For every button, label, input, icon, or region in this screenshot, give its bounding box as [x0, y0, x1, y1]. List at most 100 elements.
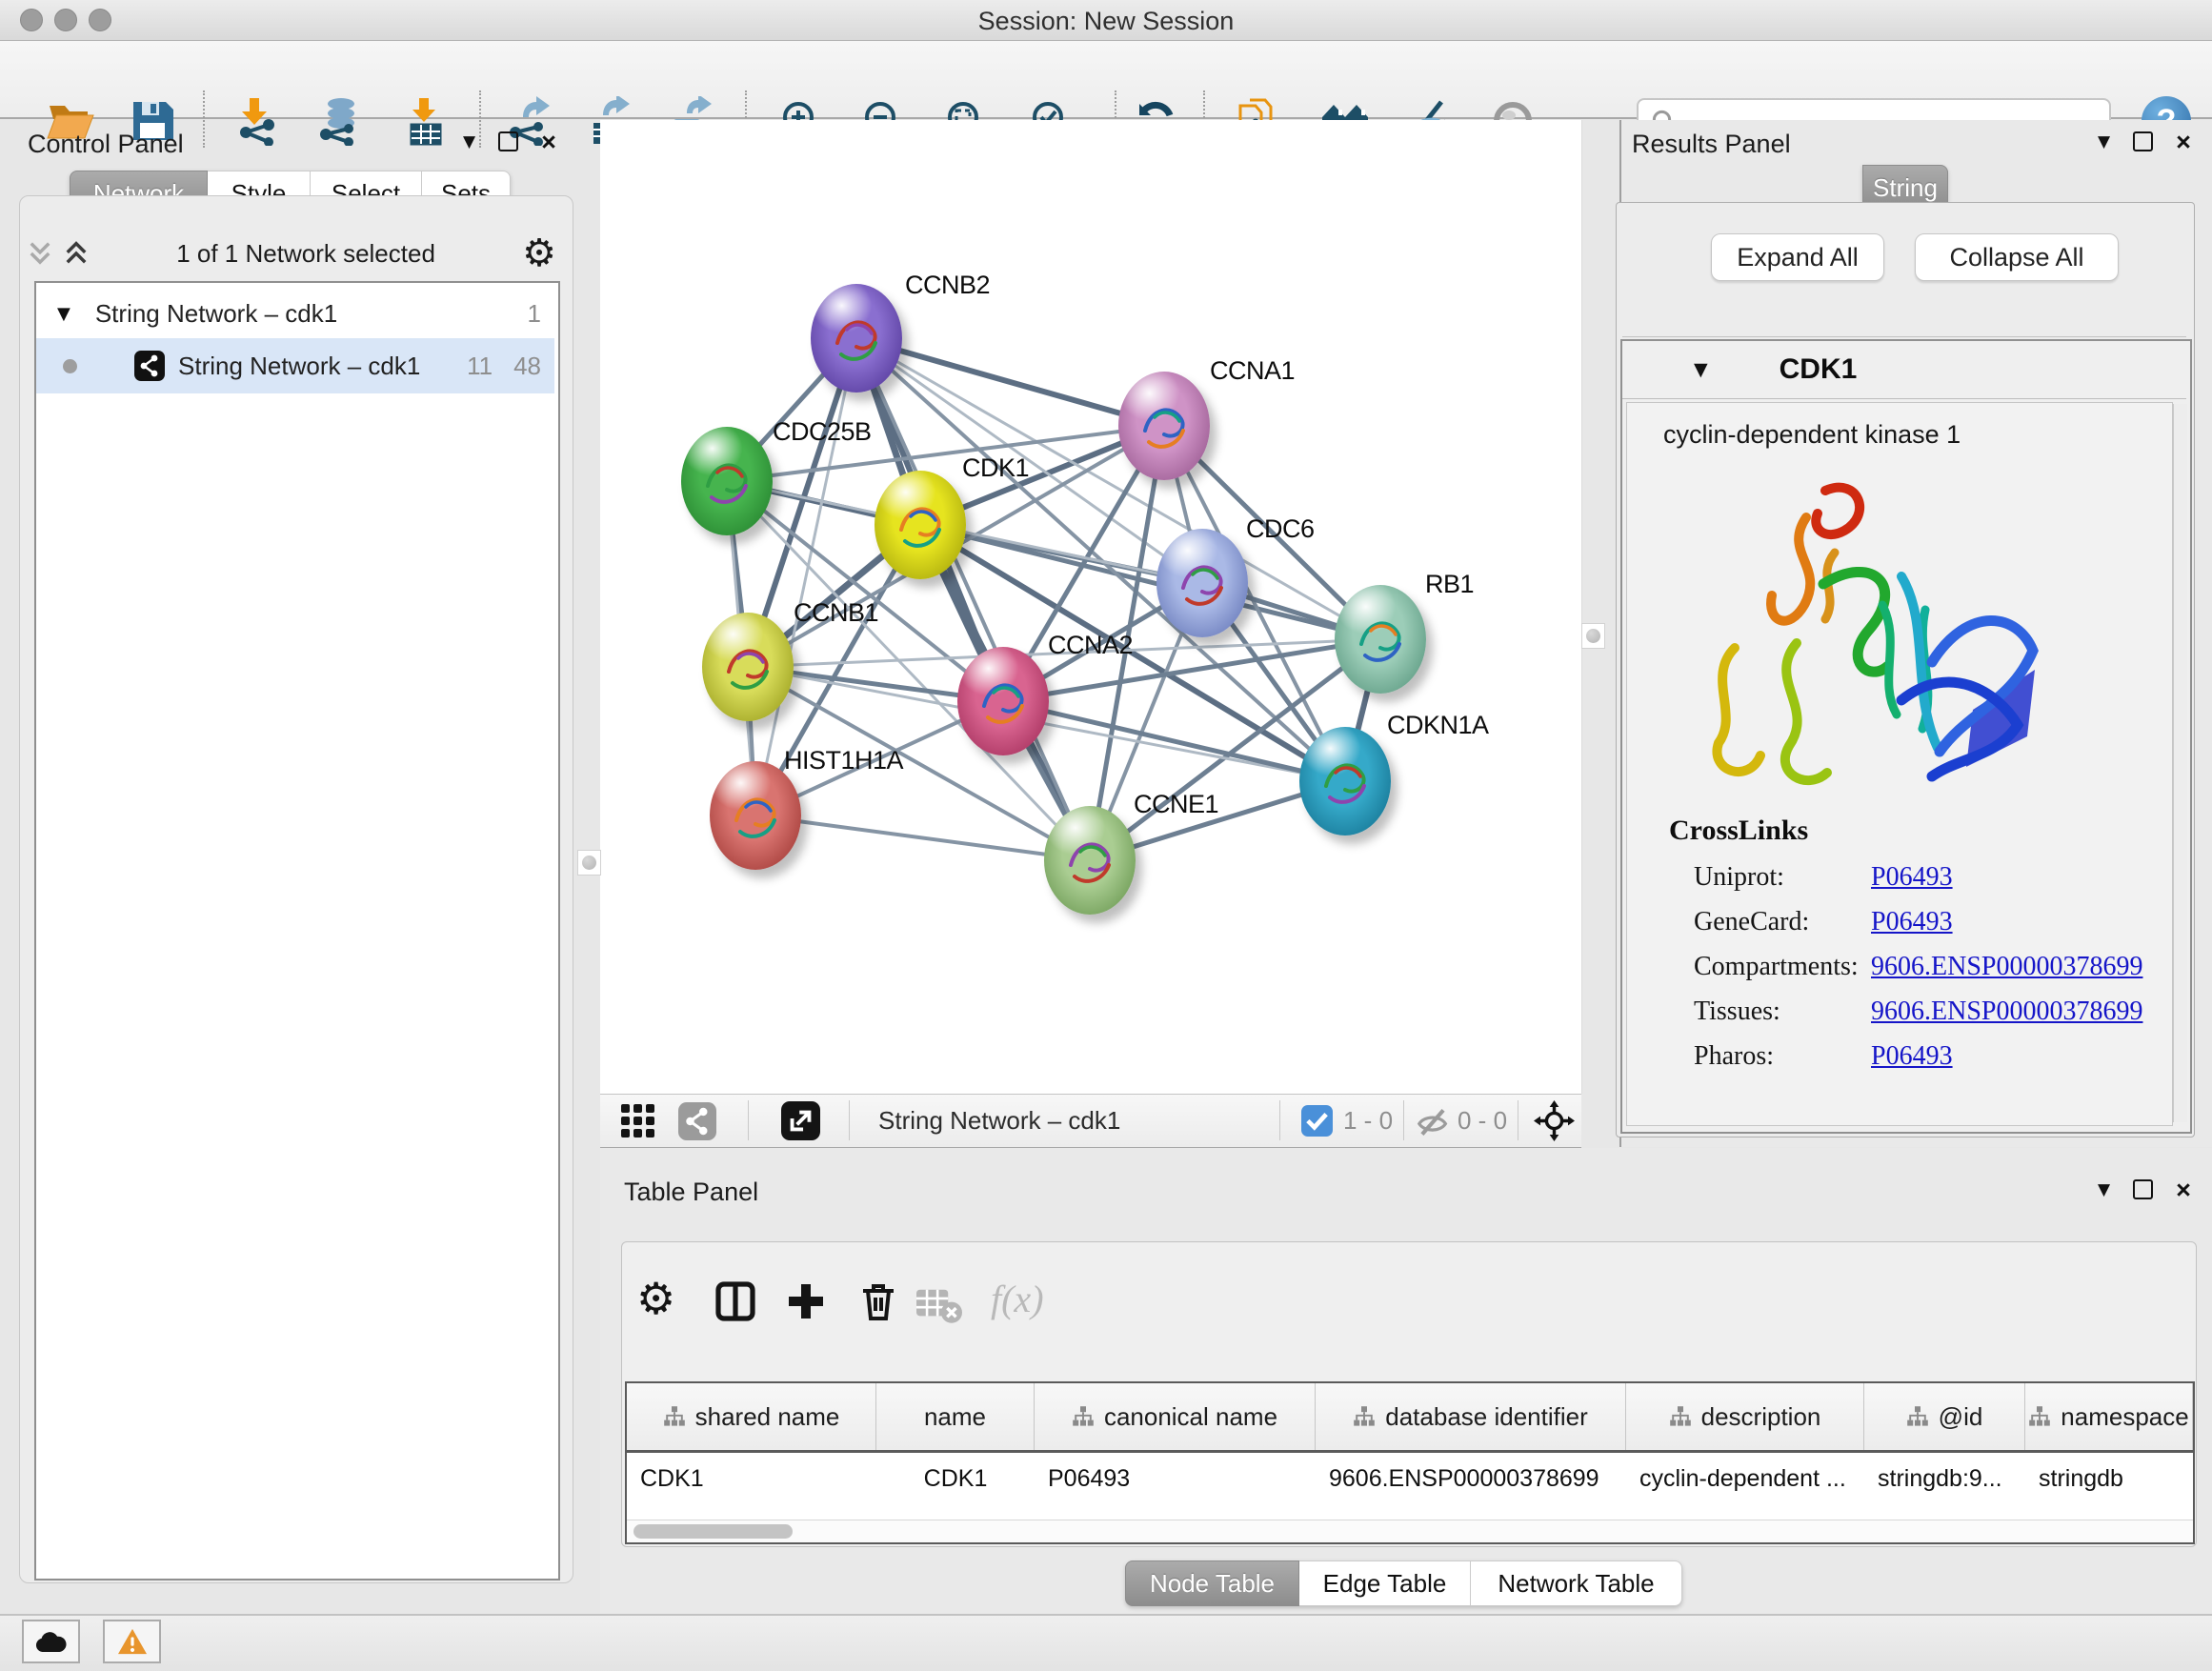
crosslink-value-link[interactable]: P06493: [1871, 907, 1953, 937]
table-cell: CDK1: [627, 1453, 876, 1504]
toolbar-separator: [1403, 1100, 1404, 1140]
node-label: CCNA1: [1210, 356, 1295, 386]
tab-node-table[interactable]: Node Table: [1125, 1560, 1299, 1606]
gene-symbol: CDK1: [1780, 353, 1858, 386]
warnings-button[interactable]: [103, 1620, 161, 1663]
import-table-file-icon[interactable]: [400, 96, 450, 146]
network-row-label: String Network – cdk1: [178, 352, 420, 381]
panel-float-icon[interactable]: ▼: [2098, 1180, 2110, 1199]
crosslink-value-link[interactable]: P06493: [1871, 862, 1953, 893]
network-node-ccnb1[interactable]: [702, 613, 794, 721]
column-header-database-identifier[interactable]: database identifier: [1316, 1383, 1626, 1450]
import-network-database-icon[interactable]: [314, 96, 364, 146]
selected-checkbox-icon[interactable]: [1301, 1105, 1333, 1137]
hidden-eye-icon[interactable]: [1415, 1104, 1451, 1140]
network-node-ccnb2[interactable]: [811, 284, 902, 393]
tab-edge-table[interactable]: Edge Table: [1299, 1560, 1471, 1606]
network-node-cdkn1a[interactable]: [1299, 727, 1391, 836]
column-type-icon: [663, 1405, 686, 1428]
tab-network-table[interactable]: Network Table: [1471, 1560, 1682, 1606]
column-header-namespace[interactable]: namespace: [2025, 1383, 2193, 1450]
panel-close-icon[interactable]: ×: [541, 132, 556, 151]
crosslink-row: GeneCard:P06493: [1694, 907, 1809, 937]
network-node-cdc25b[interactable]: [681, 427, 773, 535]
column-header-label: canonical name: [1104, 1402, 1277, 1432]
string-settings-icon[interactable]: [678, 1102, 716, 1140]
panel-float-icon[interactable]: ▼: [463, 132, 475, 151]
table-empty-area: [627, 1504, 2193, 1520]
tree-expander-icon[interactable]: ▼: [57, 304, 70, 324]
control-panel-window-controls: ▼ ×: [463, 131, 556, 151]
column-header-name[interactable]: name: [876, 1383, 1035, 1450]
node-label: CCNB2: [905, 271, 990, 300]
table-header-row: shared name name canonical name database id…: [627, 1383, 2193, 1453]
results-panel-window-controls: ▼ ×: [2098, 131, 2191, 151]
network-view-toolbar: String Network – cdk1 1 - 0 0 - 0: [600, 1094, 1581, 1149]
function-builder-icon[interactable]: f(x): [991, 1277, 1044, 1321]
crosslink-value-link[interactable]: P06493: [1871, 1041, 1953, 1072]
table-horizontal-scrollbar[interactable]: [627, 1520, 2193, 1542]
section-expander-icon[interactable]: ▼: [1694, 359, 1708, 380]
network-node-rb1[interactable]: [1335, 585, 1426, 694]
crosslink-value-link[interactable]: 9606.ENSP00000378699: [1871, 997, 2142, 1027]
crosslink-value-link[interactable]: 9606.ENSP00000378699: [1871, 952, 2142, 982]
table-row[interactable]: CDK1CDK1P064939606.ENSP00000378699cyclin…: [627, 1453, 2193, 1504]
network-collection-row[interactable]: ▼ String Network – cdk1 1: [36, 289, 554, 338]
panel-close-icon[interactable]: ×: [2176, 1180, 2191, 1199]
add-column-icon[interactable]: [783, 1278, 829, 1324]
table-body: CDK1CDK1P064939606.ENSP00000378699cyclin…: [627, 1453, 2193, 1504]
show-columns-icon[interactable]: [713, 1278, 758, 1324]
network-node-ccna1[interactable]: [1118, 372, 1210, 480]
scrollbar-thumb[interactable]: [633, 1524, 793, 1539]
table-cell: cyclin-dependent ...: [1626, 1453, 1864, 1504]
panel-close-icon[interactable]: ×: [2176, 132, 2191, 151]
table-cell: P06493: [1035, 1453, 1316, 1504]
expand-all-icon[interactable]: [63, 239, 90, 268]
network-list: ▼ String Network – cdk1 1 String Network…: [34, 281, 560, 1580]
panel-maximize-icon[interactable]: [2133, 1179, 2153, 1199]
navigator-crosshair-icon[interactable]: [1534, 1100, 1575, 1141]
network-options-gear-icon[interactable]: ⚙: [522, 232, 556, 275]
vertical-splitter-handle[interactable]: [577, 850, 601, 876]
column-type-icon: [1072, 1405, 1095, 1428]
network-node-hist1h1a[interactable]: [710, 761, 801, 870]
results-scrollbar[interactable]: [2173, 404, 2187, 1122]
vertical-splitter-handle[interactable]: [1581, 623, 1605, 649]
string-network-icon: [134, 351, 165, 381]
network-node-cdk1[interactable]: [875, 471, 966, 579]
network-selected-summary: 1 of 1 Network selected: [90, 239, 522, 269]
column-header-label: shared name: [695, 1402, 840, 1432]
delete-column-trash-icon[interactable]: [855, 1278, 901, 1324]
crosslink-label: Uniprot:: [1694, 862, 1784, 892]
collapse-all-icon[interactable]: [27, 239, 53, 268]
network-list-header: 1 of 1 Network selected ⚙: [27, 229, 560, 278]
delete-table-icon[interactable]: [916, 1286, 962, 1332]
network-view-title: String Network – cdk1: [878, 1106, 1120, 1136]
panel-maximize-icon[interactable]: [2133, 131, 2153, 151]
cloud-status-button[interactable]: [22, 1620, 80, 1663]
network-row-selected[interactable]: String Network – cdk1 11 48: [36, 338, 554, 393]
edge-count: 48: [513, 352, 541, 381]
network-node-ccna2[interactable]: [957, 647, 1049, 755]
column-header-canonical-name[interactable]: canonical name: [1035, 1383, 1316, 1450]
crosslink-label: GeneCard:: [1694, 907, 1809, 936]
network-node-ccne1[interactable]: [1044, 806, 1136, 915]
panel-float-icon[interactable]: ▼: [2098, 132, 2110, 151]
protein-thumbnail: [1299, 727, 1391, 836]
expand-all-button[interactable]: Expand All: [1711, 233, 1884, 281]
column-header-shared-name[interactable]: shared name: [627, 1383, 876, 1450]
title-bar: Session: New Session: [0, 0, 2212, 41]
collapse-all-button[interactable]: Collapse All: [1915, 233, 2119, 281]
open-in-new-window-icon[interactable]: [781, 1101, 820, 1140]
birdseye-grid-icon[interactable]: [621, 1104, 655, 1138]
column-header-id[interactable]: @id: [1864, 1383, 2025, 1450]
network-canvas[interactable]: CCNB2CCNA1CDC25BCDK1CDC6RB1CCNB1CCNA2CDK…: [600, 120, 1582, 1094]
panel-maximize-icon[interactable]: [498, 131, 518, 151]
crosslink-label: Pharos:: [1694, 1041, 1774, 1071]
network-node-cdc6[interactable]: [1156, 529, 1248, 637]
column-header-label: @id: [1939, 1402, 1983, 1432]
column-header-description[interactable]: description: [1626, 1383, 1864, 1450]
gene-section-header[interactable]: ▼ CDK1: [1622, 341, 2186, 399]
table-options-gear-icon[interactable]: ⚙: [636, 1273, 682, 1319]
import-network-file-icon[interactable]: [232, 96, 282, 146]
